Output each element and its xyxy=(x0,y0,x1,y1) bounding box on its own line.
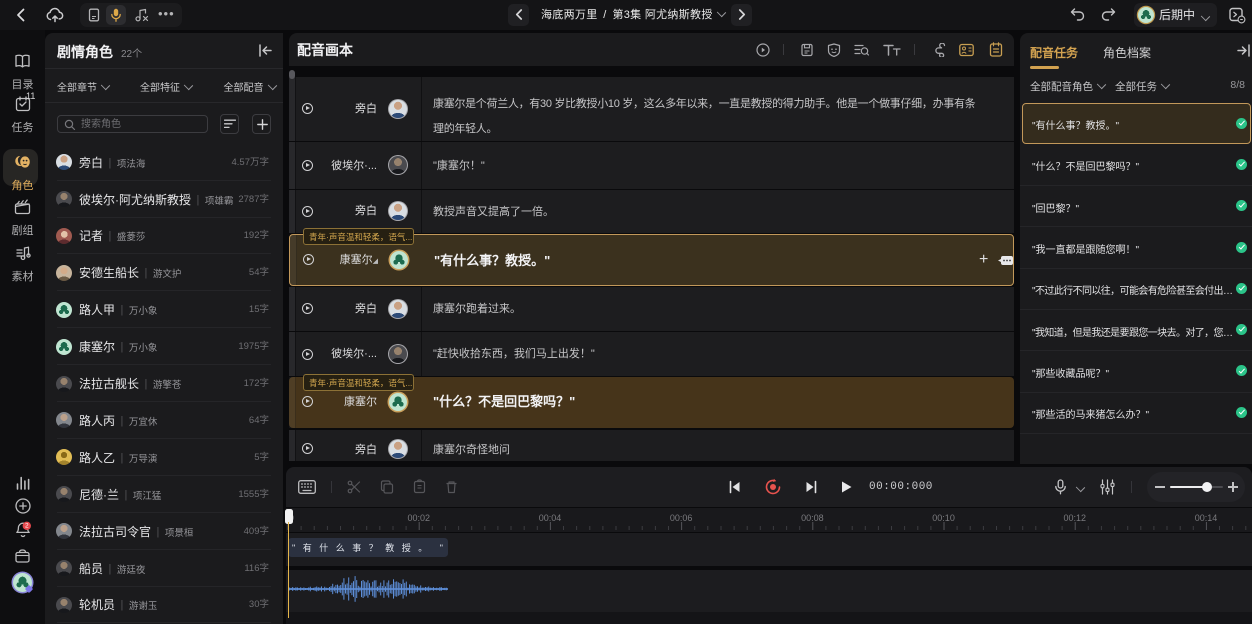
svg-text:2: 2 xyxy=(24,523,28,530)
